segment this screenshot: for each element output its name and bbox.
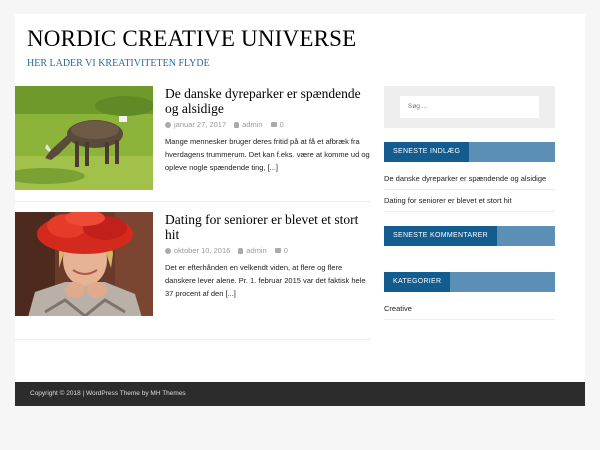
post-author[interactable]: admin <box>242 120 262 129</box>
site-footer: Copyright © 2018 | WordPress Theme by MH… <box>15 382 585 406</box>
post-item: De danske dyreparker er spændende og als… <box>15 86 371 202</box>
post-thumbnail-goat[interactable] <box>15 86 153 190</box>
search-widget <box>384 86 555 128</box>
sidebar: SENESTE INDLÆG De danske dyreparker er s… <box>384 86 555 324</box>
site-title[interactable]: NORDIC CREATIVE UNIVERSE <box>27 26 356 52</box>
recent-posts-list: De danske dyreparker er spændende og als… <box>384 172 555 212</box>
category-link[interactable]: Creative <box>384 302 555 320</box>
post-excerpt: Mange mennesker bruger deres fritid på a… <box>165 137 370 172</box>
comment-icon <box>270 122 277 127</box>
recent-posts-title: SENESTE INDLÆG <box>384 142 470 162</box>
clock-icon <box>165 247 171 254</box>
recent-post-link[interactable]: Dating for seniorer er blevet et stort h… <box>384 194 555 212</box>
post-date[interactable]: oktober 10, 2016 <box>174 246 230 255</box>
post-comment-count[interactable]: 0 <box>284 246 288 255</box>
categories-list: Creative <box>384 302 555 320</box>
post-meta: oktober 10, 2016 admin 0 <box>165 246 371 255</box>
post-comment-count[interactable]: 0 <box>280 120 284 129</box>
post-author[interactable]: admin <box>246 246 266 255</box>
recent-posts-header: SENESTE INDLÆG <box>384 142 555 162</box>
site-tagline: HER LADER VI KREATIVITETEN FLYDE <box>27 58 210 69</box>
post-excerpt: Det er efterhånden en velkendt viden, at… <box>165 263 366 298</box>
user-icon <box>238 247 244 254</box>
categories-title: KATEGORIER <box>384 272 451 292</box>
recent-comments-header: SENESTE KOMMENTARER <box>384 226 555 246</box>
user-icon <box>234 121 240 128</box>
post-thumbnail-woman[interactable] <box>15 212 153 316</box>
categories-header: KATEGORIER <box>384 272 555 292</box>
post-title[interactable]: Dating for seniorer er blevet et stort h… <box>165 212 371 242</box>
post-item: Dating for seniorer er blevet et stort h… <box>15 212 371 340</box>
woman-red-hat-photo <box>15 212 153 316</box>
footer-copyright: Copyright © 2018 | WordPress Theme by MH… <box>30 390 186 397</box>
search-input[interactable] <box>400 95 539 118</box>
clock-icon <box>165 121 171 128</box>
post-title[interactable]: De danske dyreparker er spændende og als… <box>165 86 371 116</box>
post-meta: januar 27, 2017 admin 0 <box>165 120 371 129</box>
comment-icon <box>274 248 281 253</box>
goat-photo <box>15 86 153 190</box>
recent-comments-title: SENESTE KOMMENTARER <box>384 226 498 246</box>
post-date[interactable]: januar 27, 2017 <box>174 120 226 129</box>
recent-post-link[interactable]: De danske dyreparker er spændende og als… <box>384 172 555 190</box>
